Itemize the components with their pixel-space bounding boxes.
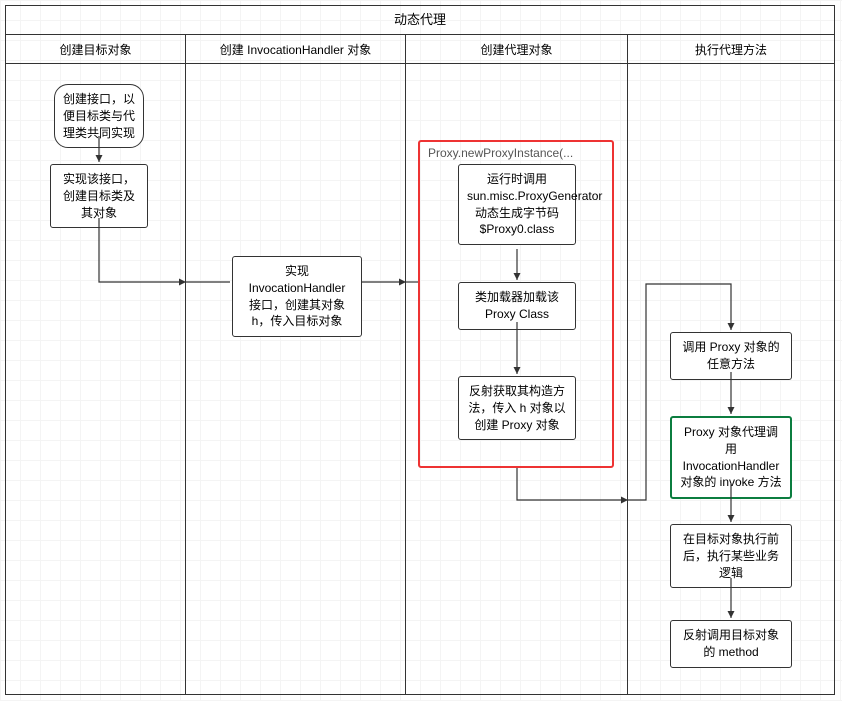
node-impl: 实现该接口，创建目标类及其对象 (50, 164, 148, 228)
node-call-any: 调用 Proxy 对象的任意方法 (670, 332, 792, 380)
lane-header-handler: 创建 InvocationHandler 对象 (186, 35, 406, 63)
arrows-lane1 (6, 64, 185, 694)
node-gen-bytecode: 运行时调用 sun.misc.ProxyGenerator 动态生成字节码 $P… (458, 164, 576, 245)
diagram-title: 动态代理 (6, 6, 834, 34)
proxy-group-label: Proxy.newProxyInstance(... (428, 146, 573, 160)
node-around: 在目标对象执行前后，执行某些业务逻辑 (670, 524, 792, 588)
node-handler: 实现 InvocationHandler 接口，创建其对象 h，传入目标对象 (232, 256, 362, 337)
lane-header-exec: 执行代理方法 (628, 35, 834, 63)
lane-proxy: Proxy.newProxyInstance(... 运行时调用 sun.mis… (406, 64, 628, 694)
arrows-lane2 (186, 64, 405, 694)
node-reflect-call: 反射调用目标对象的 method (670, 620, 792, 668)
lane-header-proxy: 创建代理对象 (406, 35, 628, 63)
swimlane-header: 创建目标对象 创建 InvocationHandler 对象 创建代理对象 执行… (6, 34, 834, 64)
lane-exec: 调用 Proxy 对象的任意方法 Proxy 对象代理调用 Invocation… (628, 64, 834, 694)
lane-handler: 实现 InvocationHandler 接口，创建其对象 h，传入目标对象 (186, 64, 406, 694)
node-start: 创建接口，以便目标类与代理类共同实现 (54, 84, 144, 148)
lane-target: 创建接口，以便目标类与代理类共同实现 实现该接口，创建目标类及其对象 (6, 64, 186, 694)
lane-header-target: 创建目标对象 (6, 35, 186, 63)
node-constructor: 反射获取其构造方法，传入 h 对象以创建 Proxy 对象 (458, 376, 576, 440)
swimlane-body: 创建接口，以便目标类与代理类共同实现 实现该接口，创建目标类及其对象 实现 In… (6, 64, 834, 694)
node-classloader: 类加载器加载该 Proxy Class (458, 282, 576, 330)
node-invoke: Proxy 对象代理调用 InvocationHandler 对象的 invok… (670, 416, 792, 499)
diagram-frame: 动态代理 创建目标对象 创建 InvocationHandler 对象 创建代理… (5, 5, 835, 695)
